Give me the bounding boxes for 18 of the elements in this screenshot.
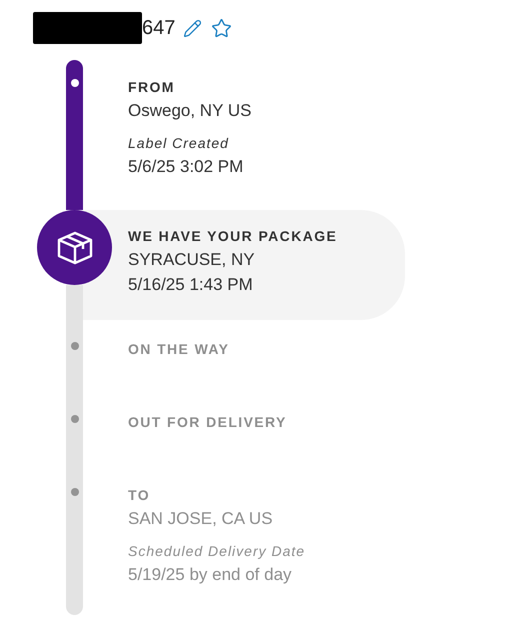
- step-detail: Oswego, NY US: [128, 100, 252, 122]
- favorite-button[interactable]: [211, 18, 232, 38]
- tracking-number: 647: [142, 16, 176, 41]
- step-title: FROM: [128, 78, 176, 97]
- pencil-icon: [183, 18, 202, 38]
- edit-button[interactable]: [183, 18, 202, 38]
- step-detail: SAN JOSE, CA US: [128, 508, 274, 530]
- step-detail: 5/6/25 3:02 PM: [128, 156, 244, 178]
- step-title: TO: [128, 486, 151, 505]
- step-detail: SYRACUSE, NY: [128, 249, 256, 271]
- status-note: Scheduled Delivery Date: [128, 542, 306, 561]
- step-detail: 5/16/25 1:43 PM: [128, 274, 254, 296]
- step-title: OUT FOR DELIVERY: [128, 413, 287, 432]
- status-note: Label Created: [128, 134, 230, 153]
- step-detail: 5/19/25 by end of day: [128, 564, 293, 586]
- step-title: WE HAVE YOUR PACKAGE: [128, 227, 338, 246]
- star-icon: [211, 18, 232, 38]
- step-title: ON THE WAY: [128, 340, 230, 359]
